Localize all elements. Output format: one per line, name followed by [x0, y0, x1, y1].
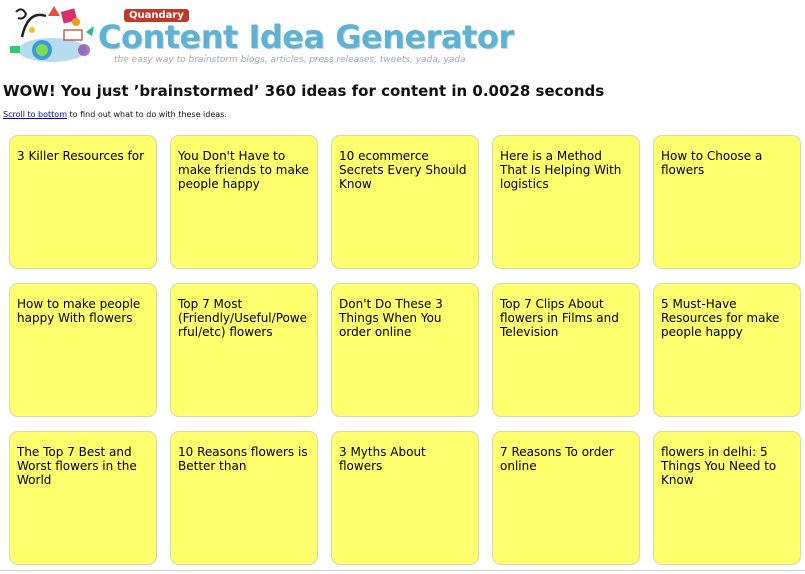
instruction-line: Scroll to bottom to find out what to do … [3, 110, 227, 119]
idea-text: flowers in delhi: 5 Things You Need to K… [661, 445, 777, 487]
idea-text: 5 Must-Have Resources for make people ha… [661, 297, 780, 339]
idea-text: 7 Reasons To order online [500, 445, 614, 473]
idea-text: Top 7 Most (Friendly/Useful/Powerful/etc… [178, 297, 308, 339]
divider [0, 570, 805, 571]
tagline: the easy way to brainstorm blogs, articl… [114, 55, 466, 65]
idea-text: How to Choose a flowers [661, 149, 763, 177]
idea-text: Top 7 Clips About flowers in Films and T… [500, 297, 619, 339]
idea-card: 5 Must-Have Resources for make people ha… [653, 283, 801, 417]
idea-text: Don't Do These 3 Things When You order o… [339, 297, 443, 339]
idea-card: 3 Killer Resources for [9, 135, 157, 269]
idea-card: Top 7 Clips About flowers in Films and T… [492, 283, 640, 417]
idea-card: 10 ecommerce Secrets Every Should Know [331, 135, 479, 269]
idea-text: 10 ecommerce Secrets Every Should Know [339, 149, 467, 191]
idea-card: Top 7 Most (Friendly/Useful/Powerful/etc… [170, 283, 318, 417]
idea-card: You Don't Have to make friends to make p… [170, 135, 318, 269]
instruction-text: to find out what to do with these ideas. [66, 110, 227, 119]
idea-card: 7 Reasons To order online [492, 431, 640, 565]
scroll-to-bottom-link[interactable]: Scroll to bottom [3, 110, 67, 119]
idea-card: Don't Do These 3 Things When You order o… [331, 283, 479, 417]
idea-card: How to Choose a flowers [653, 135, 801, 269]
idea-card: 10 Reasons flowers is Better than [170, 431, 318, 565]
idea-text: 10 Reasons flowers is Better than [178, 445, 308, 473]
brainstorm-illustration-icon [10, 6, 94, 62]
idea-card: The Top 7 Best and Worst flowers in the … [9, 431, 157, 565]
idea-card: Here is a Method That Is Helping With lo… [492, 135, 640, 269]
idea-grid: 3 Killer Resources for You Don't Have to… [9, 135, 801, 565]
idea-text: 3 Myths About flowers [339, 445, 426, 473]
idea-card: flowers in delhi: 5 Things You Need to K… [653, 431, 801, 565]
idea-text: You Don't Have to make friends to make p… [178, 149, 309, 191]
app-title: Content Idea Generator [98, 18, 514, 56]
site-header: Quandary Content Idea Generator the easy… [0, 0, 805, 75]
idea-text: 3 Killer Resources for [17, 149, 145, 163]
idea-card: 3 Myths About flowers [331, 431, 479, 565]
page-headline: WOW! You just ’brainstormed’ 360 ideas f… [3, 82, 605, 100]
idea-text: The Top 7 Best and Worst flowers in the … [17, 445, 137, 487]
idea-text: How to make people happy With flowers [17, 297, 141, 325]
idea-card: How to make people happy With flowers [9, 283, 157, 417]
idea-text: Here is a Method That Is Helping With lo… [500, 149, 622, 191]
